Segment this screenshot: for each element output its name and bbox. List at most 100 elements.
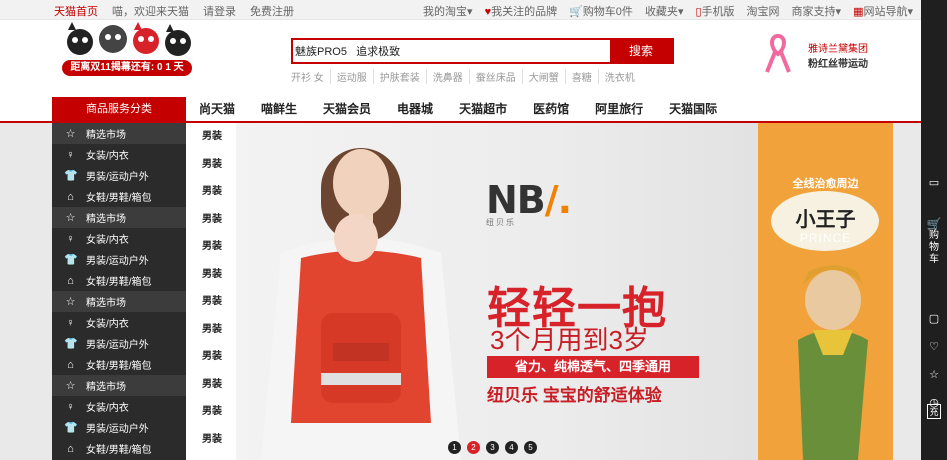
taobao-link[interactable]: 淘宝网 (747, 3, 780, 19)
nav-item[interactable]: 电器城 (384, 97, 446, 121)
category-list: ☆ 精选市场 ♀ 女装/内衣 👕 男装/运动户外 ⌂ 女鞋/男鞋/箱包 ☆ 精选市场 ♀ 女装/内衣 👕… (52, 123, 186, 460)
person-icon: ♀ (66, 148, 75, 161)
sidebar-cart-label-2: 物 (929, 242, 939, 253)
hotword-link[interactable]: 蚕丝床品 (468, 69, 522, 84)
merchant-support-link[interactable]: 商家支持▾ (792, 3, 842, 19)
category-label: 女鞋/男鞋/箱包 (86, 361, 152, 372)
subcategory-link[interactable]: 男装 (186, 233, 236, 261)
bag-icon: ⌂ (67, 442, 74, 455)
category-item[interactable]: ⌂ 女鞋/男鞋/箱包 (52, 438, 186, 459)
followed-brands-link[interactable]: ♥我关注的品牌 (485, 3, 558, 19)
topbar-left: 天猫首页 喵，欢迎来天猫 请登录 免费注册 (54, 3, 294, 19)
category-item[interactable]: ⌂ 女鞋/男鞋/箱包 (52, 270, 186, 291)
sidebar-cart[interactable]: 🛒 购 物 车 (921, 218, 947, 266)
carousel-dot[interactable]: 4 (505, 441, 518, 454)
subcategory-link[interactable]: 男装 (186, 426, 236, 454)
countdown-banner[interactable]: 距离双11揭幕还有: 0 1 天 (62, 60, 192, 76)
side-promo-top: 全线治愈周边 (792, 178, 859, 190)
main-banner[interactable]: NB/. 纽贝乐 轻轻一抱 3个月用到3岁 省力、纯棉透气、四季通用 纽贝乐 宝… (236, 123, 758, 460)
category-item[interactable]: ☆ 精选市场 (52, 207, 186, 228)
nav-item[interactable]: 尚天猫 (186, 97, 248, 121)
category-item[interactable]: ⌂ 女鞋/男鞋/箱包 (52, 354, 186, 375)
bag-icon: ⌂ (67, 274, 74, 287)
shirt-icon: 👕 (64, 422, 78, 434)
category-item[interactable]: ☆ 精选市场 (52, 375, 186, 396)
person-icon: ♀ (66, 232, 75, 245)
nav-item[interactable]: 阿里旅行 (582, 97, 656, 121)
subcategory-link[interactable]: 男装 (186, 178, 236, 206)
banner-feature-pill: 省力、纯棉透气、四季通用 (487, 356, 699, 378)
nav-item[interactable]: 医药馆 (520, 97, 582, 121)
category-item[interactable]: ♀ 女装/内衣 (52, 396, 186, 417)
carousel-dot-active[interactable]: 2 (467, 441, 480, 454)
side-promo-sub: PRINCE (799, 231, 852, 245)
category-item[interactable]: ⌂ 女鞋/男鞋/箱包 (52, 186, 186, 207)
category-item[interactable]: 👕 男装/运动户外 (52, 333, 186, 354)
subcategory-link[interactable]: 男装 (186, 343, 236, 371)
heart-icon[interactable]: ♡ (921, 340, 947, 353)
subcategory-link[interactable]: 男装 (186, 261, 236, 289)
category-item[interactable]: 👕 男装/运动户外 (52, 249, 186, 270)
nav-item[interactable]: 天猫国际 (656, 97, 730, 121)
hotword-link[interactable]: 喜糖 (564, 69, 598, 84)
hotword-link[interactable]: 开衫 女 (291, 69, 330, 84)
subcategory-link[interactable]: 男装 (186, 371, 236, 399)
subcategory-link[interactable]: 男装 (186, 123, 236, 151)
hotword-link[interactable]: 大闸蟹 (521, 69, 565, 84)
category-label: 女鞋/男鞋/箱包 (86, 193, 152, 204)
side-promo-banner[interactable]: 全线治愈周边 小王子 PRINCE (758, 123, 893, 460)
shirt-icon: 👕 (64, 254, 78, 266)
recharge-icon[interactable]: 充 (927, 404, 941, 419)
star-icon: ☆ (65, 212, 76, 224)
carousel-dot[interactable]: 3 (486, 441, 499, 454)
home-link[interactable]: 天猫首页 (54, 3, 98, 19)
little-prince-figure (798, 265, 868, 460)
hotword-link[interactable]: 洗鼻器 (425, 69, 469, 84)
category-item[interactable]: ♀ 女装/内衣 (52, 312, 186, 333)
carousel-dot[interactable]: 1 (448, 441, 461, 454)
star-icon[interactable]: ☆ (921, 368, 947, 381)
person-icon: ♀ (66, 400, 75, 413)
hotword-link[interactable]: 护肤套装 (372, 69, 426, 84)
bag-icon: ⌂ (67, 190, 74, 203)
subcategory-link[interactable]: 男装 (186, 316, 236, 344)
subcategory-link[interactable]: 男装 (186, 206, 236, 234)
nav-item[interactable]: 喵鲜生 (248, 97, 310, 121)
cart-icon: 🛒 (569, 6, 583, 18)
hotword-link[interactable]: 洗衣机 (597, 69, 641, 84)
favorites-link[interactable]: 收藏夹▾ (645, 3, 684, 19)
category-label: 精选市场 (86, 130, 126, 141)
search-input[interactable] (293, 40, 610, 62)
mother-baby-photo (261, 148, 461, 460)
subcategory-link[interactable]: 男装 (186, 288, 236, 316)
search-button[interactable]: 搜索 (610, 40, 672, 62)
category-item[interactable]: 👕 男装/运动户外 (52, 165, 186, 186)
category-item[interactable]: ☆ 精选市场 (52, 123, 186, 144)
carousel-pagination: 1 2 3 4 5 (448, 441, 537, 454)
carousel-dot[interactable]: 5 (524, 441, 537, 454)
category-item[interactable]: ☆ 精选市场 (52, 291, 186, 312)
assets-icon[interactable]: ▢ (921, 312, 947, 325)
category-item[interactable]: ♀ 女装/内衣 (52, 228, 186, 249)
subcategory-link[interactable]: 男装 (186, 398, 236, 426)
bag-icon: ⌂ (67, 358, 74, 371)
site-nav-link[interactable]: ▦网站导航▾ (853, 3, 913, 19)
brand-promo[interactable]: 雅诗兰黛集团 粉红丝带运动 (808, 42, 868, 72)
subcategory-link[interactable]: 男装 (186, 151, 236, 179)
login-link[interactable]: 请登录 (203, 3, 236, 19)
cart-link[interactable]: 🛒购物车0件 (569, 3, 633, 19)
pink-ribbon-icon (765, 33, 791, 73)
category-item[interactable]: 👕 男装/运动户外 (52, 417, 186, 438)
my-taobao-link[interactable]: 我的淘宝▾ (423, 3, 473, 19)
register-link[interactable]: 免费注册 (250, 3, 294, 19)
user-icon[interactable]: ▭ (921, 176, 947, 189)
hotword-link[interactable]: 运动服 (329, 69, 373, 84)
followed-brands-label: 我关注的品牌 (491, 6, 558, 18)
nav-item[interactable]: 天猫会员 (310, 97, 384, 121)
nav-item[interactable]: 天猫超市 (446, 97, 520, 121)
mobile-link[interactable]: ▯手机版 (695, 3, 734, 19)
category-item[interactable]: ♀ 女装/内衣 (52, 144, 186, 165)
category-header[interactable]: 商品服务分类 (52, 97, 186, 121)
nb-brand-logo: NB/. (486, 178, 572, 222)
slash-icon: /. (544, 178, 572, 222)
